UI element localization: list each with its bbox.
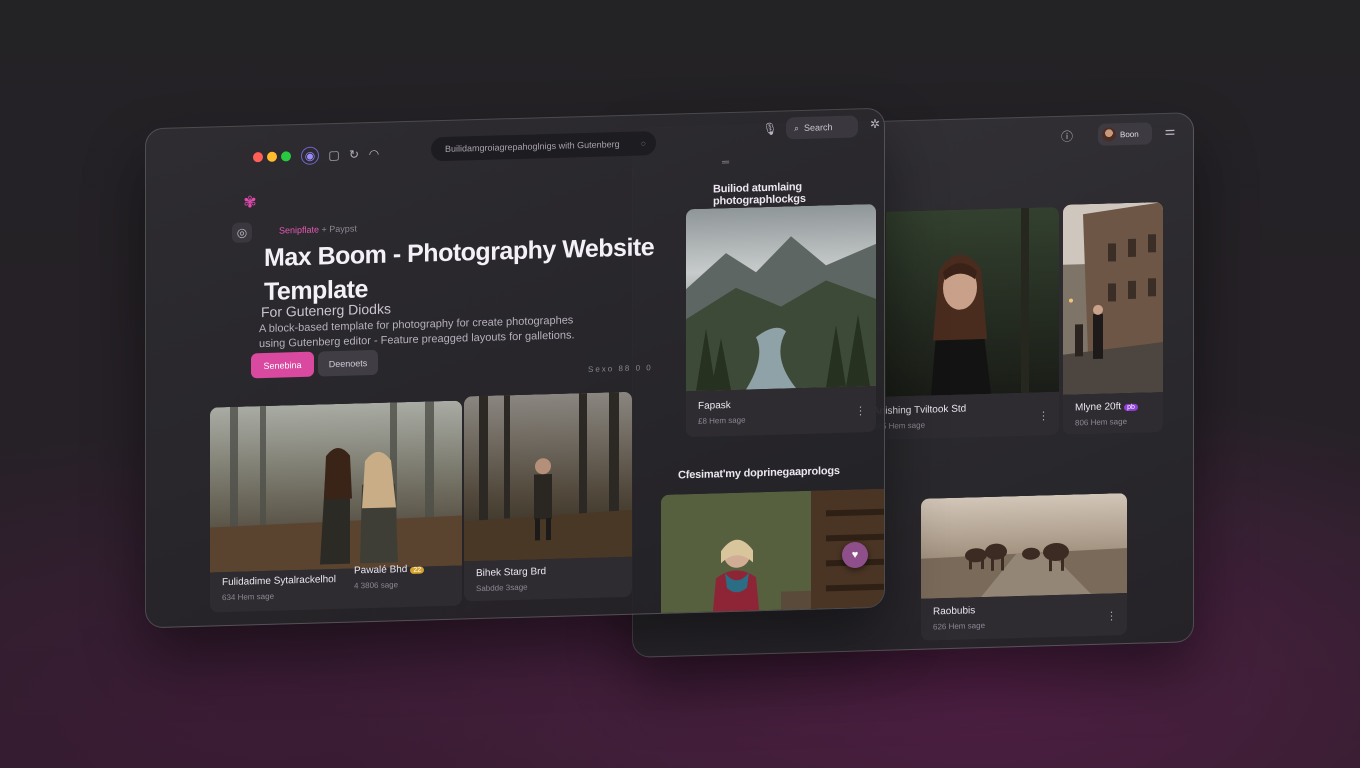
card-title: Bihek Starg Brd bbox=[476, 566, 547, 580]
close-dot[interactable] bbox=[253, 152, 263, 163]
search-button[interactable]: ⌕ Search bbox=[786, 115, 858, 140]
card-meta: 634 Hem sage bbox=[222, 591, 275, 603]
card-title: Mlyne 20ft pb bbox=[1075, 401, 1138, 414]
breadcrumb-accent[interactable]: Senipflate bbox=[279, 224, 319, 235]
collection-card[interactable]: Raobubis 626 Hem sage ⋮ bbox=[921, 493, 1127, 641]
user-name: Boon bbox=[1120, 129, 1139, 139]
card-title: Fulidadime Sytalrackelhol bbox=[222, 574, 336, 589]
featured-card[interactable]: Anishing Tviltook Std 685 Hem sage ⋮ bbox=[861, 206, 1059, 441]
browser-toolbar: ◉ ▢ ↻ ◠ Builidamgroiagrepahoglnigs with … bbox=[146, 109, 884, 170]
drag-handle-icon[interactable]: ═ bbox=[722, 157, 729, 168]
card-title-text: Mlyne 20ft bbox=[1075, 401, 1122, 414]
card-meta: 806 Hem sage bbox=[1075, 417, 1128, 428]
featured-photo bbox=[861, 206, 1059, 398]
page-description: A block-based template for photography f… bbox=[259, 314, 575, 351]
user-menu[interactable]: Boon bbox=[1098, 122, 1152, 146]
featured-card[interactable]: Mlyne 20ft pb 806 Hem sage bbox=[1063, 202, 1163, 435]
page-subheading: For Gutenerg Diodks bbox=[261, 300, 391, 321]
maximize-dot[interactable] bbox=[281, 151, 291, 162]
wifi-icon[interactable]: ◠ bbox=[365, 145, 383, 164]
featured-photo bbox=[1063, 202, 1163, 395]
refresh-icon[interactable]: ↻ bbox=[345, 145, 363, 164]
profile-icon[interactable]: ◉ bbox=[301, 146, 319, 165]
breadcrumb-rest: + Paypst bbox=[321, 223, 357, 235]
card-meta: £8 Hem sage bbox=[698, 415, 746, 426]
settings-icon[interactable]: ✲ bbox=[866, 115, 884, 134]
minimize-dot[interactable] bbox=[267, 151, 277, 162]
card-title: Raobubis bbox=[933, 605, 976, 618]
gallery-card[interactable]: Bihek Starg Brd Sabdde 3sage bbox=[464, 391, 632, 602]
collection-photo bbox=[921, 493, 1127, 599]
more-icon[interactable]: ⋮ bbox=[855, 404, 866, 417]
search-label: Search bbox=[804, 122, 833, 133]
avatar bbox=[1102, 127, 1116, 142]
instagram-icon[interactable]: ◎ bbox=[232, 222, 252, 243]
microphone-icon[interactable]: 🎙 bbox=[761, 120, 779, 139]
gallery-card[interactable]: Pawalé Bhd 22 4 3806 sage bbox=[342, 558, 462, 607]
url-bar[interactable]: Builidamgroiagrepahoglnigs with Gutenber… bbox=[431, 131, 656, 162]
card-meta: 4 3806 sage bbox=[354, 580, 399, 591]
reload-icon[interactable]: ○ bbox=[641, 138, 646, 148]
card-title: Fapask bbox=[698, 399, 731, 412]
breadcrumb: Senipflate + Paypst bbox=[279, 223, 357, 235]
featured-photo bbox=[686, 203, 876, 392]
featured-card[interactable]: Fapask £8 Hem sage ⋮ bbox=[686, 203, 876, 438]
search-icon: ⌕ bbox=[794, 122, 800, 133]
flower-logo-icon[interactable]: ✾ bbox=[240, 192, 260, 213]
primary-button[interactable]: Senebina bbox=[251, 351, 314, 379]
badge: 22 bbox=[410, 566, 425, 574]
card-meta: Sabdde 3sage bbox=[476, 582, 528, 594]
secondary-button[interactable]: Deenoets bbox=[318, 349, 378, 377]
page-title: Max Boom - Photography Website Template bbox=[264, 233, 655, 307]
sliders-icon[interactable]: ⚌ bbox=[1161, 122, 1179, 141]
collections-heading: Cfesimat'my doprinegaaprologs bbox=[678, 464, 840, 482]
featured-heading: Builiod atumlaing photographlockgs bbox=[713, 180, 806, 208]
gallery-photo bbox=[210, 400, 462, 573]
tab-icon[interactable]: ▢ bbox=[325, 146, 343, 165]
gallery-photo bbox=[464, 391, 632, 562]
card-title-text: Pawalé Bhd bbox=[354, 564, 408, 577]
card-meta: 626 Hem sage bbox=[933, 620, 986, 632]
heart-icon[interactable]: ♥ bbox=[842, 542, 868, 568]
more-icon[interactable]: ⋮ bbox=[1106, 609, 1117, 622]
card-title: Pawalé Bhd 22 bbox=[354, 564, 425, 577]
view-controls[interactable]: Sexo 88 0 0 bbox=[588, 363, 653, 374]
card-title: Anishing Tviltook Std bbox=[873, 403, 967, 418]
url-text: Builidamgroiagrepahoglnigs with Gutenber… bbox=[445, 139, 620, 154]
badge: pb bbox=[1124, 403, 1138, 412]
more-icon[interactable]: ⋮ bbox=[1038, 409, 1049, 422]
front-window: ◉ ▢ ↻ ◠ Builidamgroiagrepahoglnigs with … bbox=[145, 107, 885, 629]
help-icon[interactable]: ⓘ bbox=[1058, 126, 1076, 145]
